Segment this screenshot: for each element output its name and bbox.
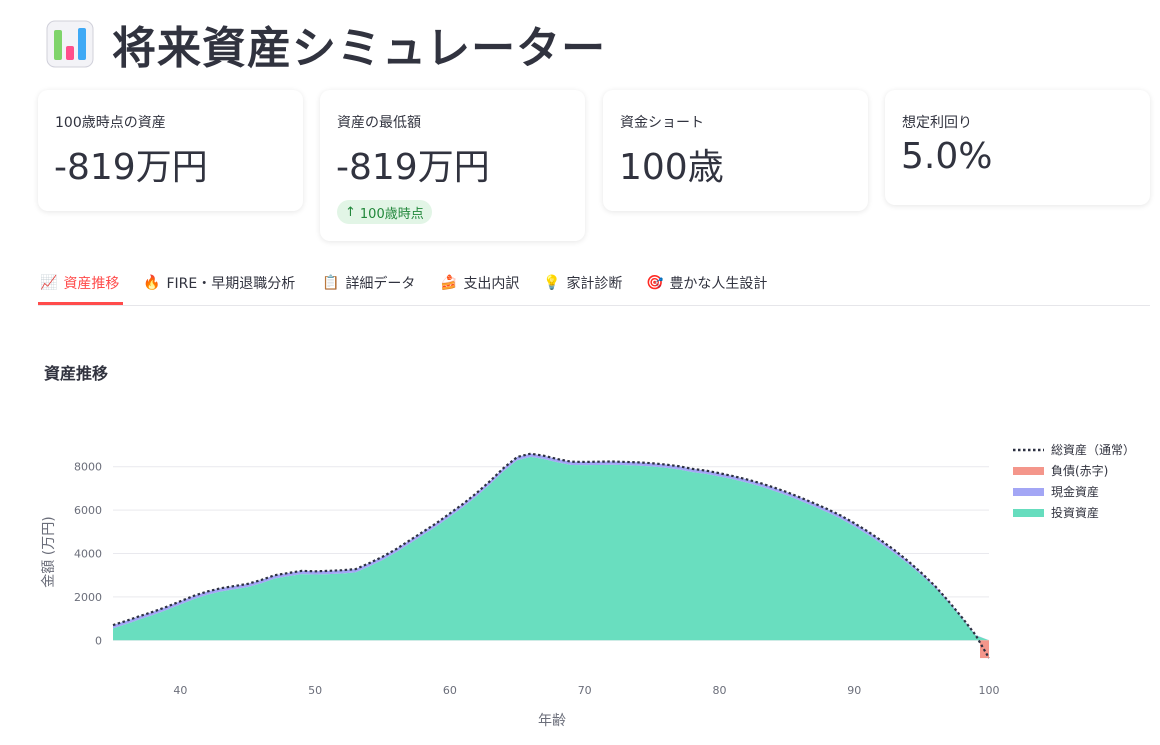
page-header: 将来資産シミュレーター xyxy=(46,14,606,74)
tab-detail-data[interactable]: 📋 詳細データ xyxy=(322,262,415,303)
metric-value: -819万円 xyxy=(54,147,208,188)
metric-card-min-assets: 資産の最低額 -819万円 ↑ 100歳時点 xyxy=(320,90,585,241)
bar-chart-icon xyxy=(46,20,94,68)
cake-icon: 🍰 xyxy=(440,274,458,291)
tab-fire-analysis[interactable]: 🔥 FIRE・早期退職分析 xyxy=(143,262,295,303)
metric-value: 100歳 xyxy=(619,147,724,188)
metric-label: 100歳時点の資産 xyxy=(55,115,166,131)
metric-card-return-rate: 想定利回り 5.0% xyxy=(885,90,1150,205)
x-axis-title: 年齢 xyxy=(538,713,566,729)
tab-label: 家計診断 xyxy=(566,275,623,292)
chart-legend: 総資産（通常） 負債(赤字) 現金資産投資資産 xyxy=(1013,442,1135,520)
tab-label: 資産推移 xyxy=(63,275,120,292)
metric-delta-badge: ↑ 100歳時点 xyxy=(337,200,432,224)
tab-label: 支出内訳 xyxy=(463,275,520,292)
fire-icon: 🔥 xyxy=(143,274,161,291)
metric-label: 想定利回り xyxy=(902,115,972,131)
legend-label: 負債(赤字) xyxy=(1051,463,1108,478)
legend-label: 投資資産 xyxy=(1051,505,1099,520)
tab-life-design[interactable]: 🎯 豊かな人生設計 xyxy=(646,262,767,303)
chart-increasing-icon: 📈 xyxy=(40,274,58,291)
metric-value: -819万円 xyxy=(336,147,490,188)
x-tick-label: 60 xyxy=(443,684,457,697)
y-tick-label: 2000 xyxy=(74,591,102,604)
y-tick-label: 8000 xyxy=(74,461,102,474)
legend-label: 現金資産 xyxy=(1051,484,1099,499)
clipboard-icon: 📋 xyxy=(322,274,340,291)
x-tick-label: 90 xyxy=(847,684,861,697)
metric-card-shortfall: 資金ショート 100歳 xyxy=(603,90,868,211)
asset-trend-chart: 0 2000 4000 6000 8000 40 50 60 70 80 90 100 年齢 金額 (… xyxy=(41,442,1135,729)
y-tick-label: 4000 xyxy=(74,548,102,561)
tab-expense-breakdown[interactable]: 🍰 支出内訳 xyxy=(440,262,519,303)
legend-swatch xyxy=(1013,488,1044,496)
x-tick-label: 100 xyxy=(979,684,1000,697)
active-tab-indicator xyxy=(38,302,123,305)
target-icon: 🎯 xyxy=(646,274,664,291)
x-tick-label: 70 xyxy=(578,684,592,697)
metric-card-final-assets: 100歳時点の資産 -819万円 xyxy=(38,90,303,211)
page-title: 将来資産シミュレーター xyxy=(112,23,607,74)
y-tick-label: 6000 xyxy=(74,504,102,517)
x-tick-label: 80 xyxy=(712,684,726,697)
tab-household-diagnosis[interactable]: 💡 家計診断 xyxy=(543,262,622,303)
section-title: 資産推移 xyxy=(44,364,109,383)
x-tick-label: 50 xyxy=(308,684,322,697)
legend-swatch xyxy=(1013,467,1044,475)
tab-label: 豊かな人生設計 xyxy=(669,275,768,292)
legend-label: 総資産（通常） xyxy=(1051,442,1135,457)
tab-asset-trend[interactable]: 📈 資産推移 xyxy=(40,262,119,303)
arrow-up-icon: ↑ xyxy=(345,204,356,220)
tab-label: 詳細データ xyxy=(345,275,416,292)
metric-value: 5.0% xyxy=(901,136,993,177)
metric-delta-text: 100歳時点 xyxy=(359,206,424,222)
metric-label: 資金ショート xyxy=(620,115,704,131)
x-tick-label: 40 xyxy=(173,684,187,697)
metric-label: 資産の最低額 xyxy=(337,115,421,131)
y-tick-label: 0 xyxy=(95,634,102,647)
y-axis-title: 金額 (万円) xyxy=(41,516,57,587)
lightbulb-icon: 💡 xyxy=(543,274,561,291)
tab-label: FIRE・早期退職分析 xyxy=(166,275,296,292)
tab-bar: 📈 資産推移 🔥 FIRE・早期退職分析 📋 詳細データ 🍰 支出内訳 💡 家計… xyxy=(38,262,1150,306)
legend-swatch xyxy=(1013,509,1044,517)
series-area-invest xyxy=(113,456,989,641)
